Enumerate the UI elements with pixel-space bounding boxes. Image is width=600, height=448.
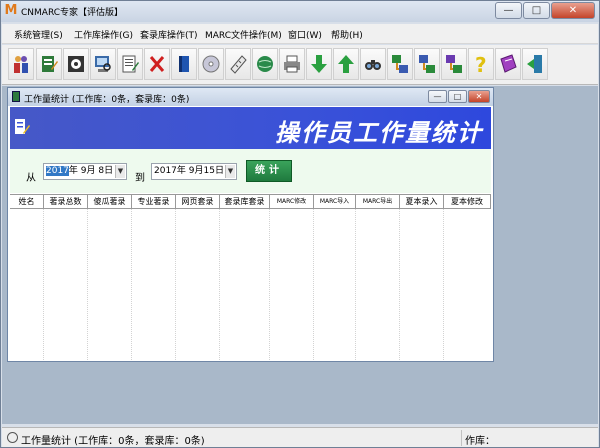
marc-convert-icon[interactable]	[441, 48, 467, 80]
column-divider	[43, 209, 44, 361]
column-divider	[219, 209, 220, 361]
catalog-list-icon[interactable]	[63, 48, 89, 80]
stat-button[interactable]: 统计	[246, 160, 292, 182]
banner: 操作员工作量统计	[10, 107, 491, 149]
table-header: 姓名 著录总数 傻瓜著录 专业著录 网页套录 套录库套录 MARC修改 MARC…	[10, 195, 491, 209]
table-body[interactable]	[10, 209, 491, 361]
notebook-icon[interactable]	[495, 48, 521, 80]
cd-disc-icon[interactable]	[198, 48, 224, 80]
date-filter-panel: 从 2017年 9月 8日 ▼ 到 2017年 9月15日 ▼ 统计	[10, 149, 491, 193]
computer-search-icon[interactable]	[90, 48, 116, 80]
book-icon[interactable]	[171, 48, 197, 80]
from-date-rest: 年 9月 8日	[68, 166, 114, 176]
binoculars-icon[interactable]	[360, 48, 386, 80]
col-header[interactable]: 夏本修改	[444, 195, 491, 209]
col-header[interactable]: 夏本录入	[400, 195, 444, 209]
delete-icon[interactable]	[144, 48, 170, 80]
close-button[interactable]: ✕	[551, 2, 595, 19]
users-icon[interactable]	[8, 48, 34, 80]
col-header[interactable]: 姓名	[10, 195, 44, 209]
column-divider	[443, 209, 444, 361]
col-header[interactable]: 著录总数	[44, 195, 88, 209]
toolbar: ?	[2, 45, 598, 85]
edit-record-icon	[15, 119, 30, 134]
status-right-text: 作库：	[465, 436, 495, 447]
chevron-down-icon[interactable]: ▼	[225, 165, 235, 178]
child-window-controls: — □ ✕	[427, 90, 490, 103]
status-text: 工作量统计 (工作库：0条，套录库：0条)	[21, 436, 205, 447]
status-bar: 工作量统计 (工作库：0条，套录库：0条) 作库：	[2, 427, 598, 447]
window-doc-icon	[12, 91, 20, 102]
col-header[interactable]: 傻瓜著录	[88, 195, 132, 209]
menu-work-library[interactable]: 工作库操作(G)	[74, 28, 133, 41]
globe-icon[interactable]	[252, 48, 278, 80]
edit-record-icon[interactable]	[36, 48, 62, 80]
chevron-down-icon[interactable]: ▼	[115, 165, 125, 178]
printer-icon[interactable]	[279, 48, 305, 80]
column-divider	[355, 209, 356, 361]
menu-copy-library[interactable]: 套录库操作(T)	[140, 28, 198, 41]
marc-import-icon[interactable]	[414, 48, 440, 80]
window-controls: — □ ✕	[494, 2, 595, 19]
title-bar: M CNMARC专家【评估版】 — □ ✕	[1, 1, 599, 22]
menu-bar: 系统管理(S) 工作库操作(G) 套录库操作(T) MARC文件操作(M) 窗口…	[2, 24, 598, 44]
workload-stats-window: 工作量统计 (工作库：0条，套录库：0条) — □ ✕ 操作员工作量统计 从 2…	[7, 87, 494, 362]
column-divider	[175, 209, 176, 361]
banner-title: 操作员工作量统计	[275, 118, 483, 147]
from-date-year: 2017	[46, 166, 69, 176]
document-edit-icon[interactable]	[117, 48, 143, 80]
app-window: M CNMARC专家【评估版】 — □ ✕ 系统管理(S) 工作库操作(G) 套…	[0, 0, 600, 448]
minimize-button[interactable]: —	[495, 2, 522, 19]
menu-system[interactable]: 系统管理(S)	[14, 28, 63, 41]
menu-help[interactable]: 帮助(H)	[331, 28, 363, 41]
upload-arrow-icon[interactable]	[333, 48, 359, 80]
col-header[interactable]: MARC导出	[356, 195, 400, 209]
stats-table[interactable]: 姓名 著录总数 傻瓜著录 专业著录 网页套录 套录库套录 MARC修改 MARC…	[10, 194, 491, 361]
col-header[interactable]: MARC导入	[314, 195, 356, 209]
from-label: 从	[26, 173, 36, 184]
help-icon[interactable]: ?	[468, 48, 494, 80]
svg-text:?: ?	[475, 53, 487, 75]
child-window-title: 工作量统计 (工作库：0条，套录库：0条)	[24, 95, 190, 105]
col-header[interactable]: 专业著录	[132, 195, 176, 209]
to-date-value: 2017年 9月15日	[154, 166, 224, 176]
status-divider	[461, 430, 462, 446]
app-title: CNMARC专家【评估版】	[21, 8, 124, 18]
app-logo-icon: M	[4, 3, 18, 18]
ruler-icon[interactable]	[225, 48, 251, 80]
menu-marc-file[interactable]: MARC文件操作(M)	[205, 28, 282, 41]
menu-window[interactable]: 窗口(W)	[288, 28, 322, 41]
child-close-button[interactable]: ✕	[468, 90, 490, 103]
from-date-picker[interactable]: 2017年 9月 8日 ▼	[43, 163, 127, 180]
to-label: 到	[135, 173, 145, 184]
marc-export-icon[interactable]	[387, 48, 413, 80]
child-minimize-button[interactable]: —	[428, 90, 447, 103]
maximize-button[interactable]: □	[523, 2, 550, 19]
column-divider	[131, 209, 132, 361]
child-title-bar: 工作量统计 (工作库：0条，套录库：0条) — □ ✕	[8, 88, 493, 106]
exit-icon[interactable]	[522, 48, 548, 80]
column-divider	[269, 209, 270, 361]
column-divider	[313, 209, 314, 361]
col-header[interactable]: 网页套录	[176, 195, 220, 209]
col-header[interactable]: MARC修改	[270, 195, 314, 209]
clock-icon	[7, 432, 18, 443]
col-header[interactable]: 套录库套录	[220, 195, 270, 209]
column-divider	[399, 209, 400, 361]
column-divider	[87, 209, 88, 361]
download-arrow-icon[interactable]	[306, 48, 332, 80]
child-maximize-button[interactable]: □	[448, 90, 467, 103]
to-date-picker[interactable]: 2017年 9月15日 ▼	[151, 163, 237, 180]
